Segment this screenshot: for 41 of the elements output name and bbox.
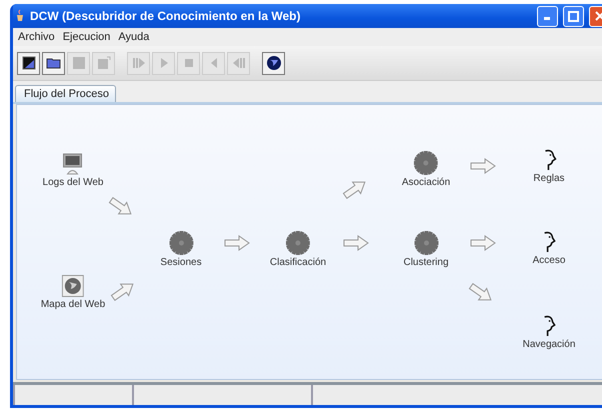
rewind-icon xyxy=(230,55,246,71)
node-label: Mapa del Web xyxy=(40,299,106,310)
gear-icon xyxy=(414,231,438,255)
node-label: Navegación xyxy=(522,339,576,350)
close-icon xyxy=(594,11,602,21)
monitor-icon xyxy=(63,153,83,175)
node-label: Sesiones xyxy=(160,257,202,268)
head-icon xyxy=(542,231,556,253)
menu-item[interactable]: Ayuda xyxy=(115,31,154,43)
arrow-icon xyxy=(469,233,497,253)
maximize-button[interactable] xyxy=(563,6,584,26)
globe-icon xyxy=(62,275,84,297)
node-label: Clustering xyxy=(403,257,449,268)
arrow-icon xyxy=(469,156,497,176)
globe-icon xyxy=(266,55,282,71)
save-icon xyxy=(70,55,86,71)
new-icon xyxy=(20,55,36,71)
head-icon xyxy=(542,149,556,171)
gear-icon xyxy=(286,231,310,255)
globe-button[interactable] xyxy=(262,52,285,74)
node-label: Clasificación xyxy=(270,257,326,268)
menu-item[interactable]: Archivo xyxy=(15,31,60,43)
menu-item[interactable]: Ejecucion xyxy=(60,31,116,43)
coffee-cup-icon xyxy=(15,9,25,23)
node-label: Asociación xyxy=(402,177,450,188)
node-label: Acceso xyxy=(532,255,566,266)
window-title: DCW (Descubridor de Conocimiento en la Web) xyxy=(30,9,302,23)
node-label: Reglas xyxy=(533,173,565,184)
step-icon xyxy=(130,55,146,71)
node-label: Logs del Web xyxy=(42,177,104,188)
arrow-icon xyxy=(223,233,251,253)
export-icon xyxy=(96,55,112,71)
minimize-button[interactable] xyxy=(537,6,558,26)
arrow-icon xyxy=(342,233,370,253)
head-icon xyxy=(542,315,556,337)
gear-icon xyxy=(169,231,193,255)
maximize-icon xyxy=(568,10,579,22)
open-button[interactable] xyxy=(42,52,65,74)
tab[interactable]: Flujo del Proceso xyxy=(15,85,116,102)
new-button[interactable] xyxy=(17,52,40,74)
gear-icon xyxy=(414,151,438,175)
